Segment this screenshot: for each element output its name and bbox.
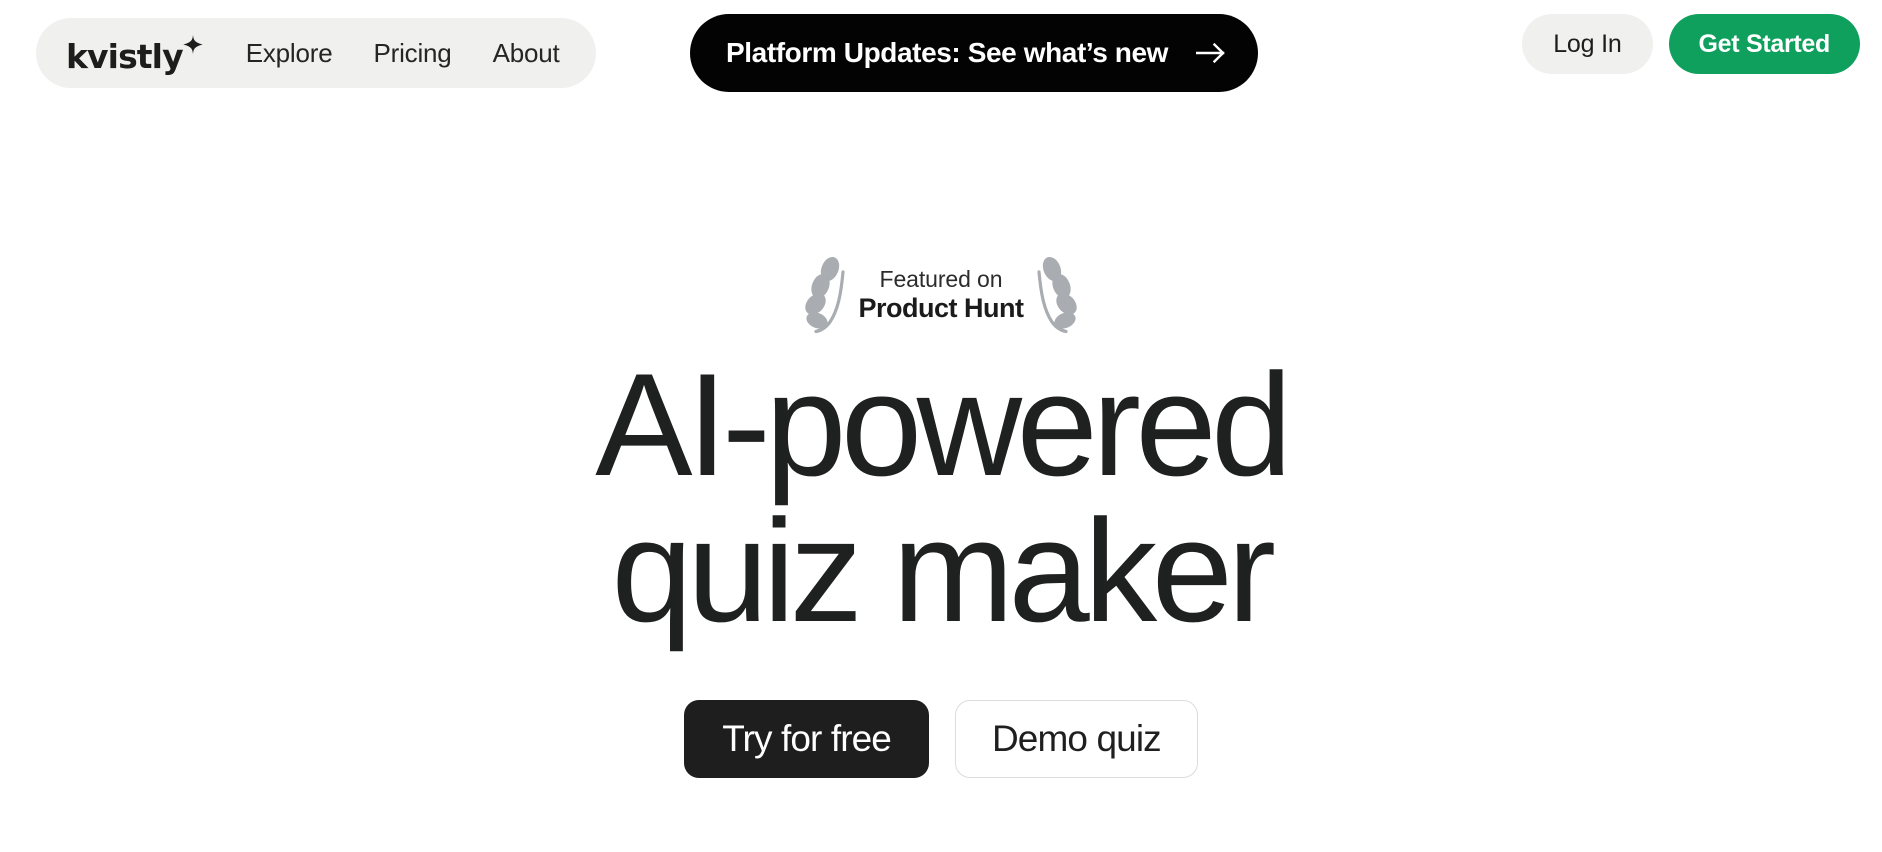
get-started-button[interactable]: Get Started (1668, 14, 1860, 74)
nav-link-about[interactable]: About (493, 38, 560, 68)
site-header: kvistly Explore Pricing About Platform U… (0, 0, 1882, 106)
page-title-line-2: quiz maker (611, 489, 1276, 652)
brand-name: kvistly (66, 36, 184, 76)
nav-links: Explore Pricing About (246, 40, 560, 67)
page-title: AI-powered quiz maker (291, 352, 1591, 644)
try-for-free-button[interactable]: Try for free (684, 700, 929, 778)
page-title-line-1: AI-powered (595, 343, 1292, 506)
announcement-label: Platform Updates: See what’s new (726, 37, 1169, 68)
sparkle-icon (183, 34, 203, 54)
nav-item-about[interactable]: About (493, 40, 560, 67)
badge-text: Featured on Product Hunt (859, 266, 1024, 327)
laurel-icon-right (1037, 256, 1078, 334)
badge-title: Product Hunt (858, 292, 1024, 323)
announcement-banner[interactable]: Platform Updates: See what’s new (690, 14, 1259, 92)
header-actions: Log In Get Started (1522, 14, 1860, 74)
badge-subtitle: Featured on (879, 265, 1003, 292)
arrow-right-icon (1196, 42, 1225, 64)
laurel-icon (804, 256, 845, 334)
nav-link-explore[interactable]: Explore (246, 38, 333, 68)
hero-cta-group: Try for free Demo quiz (0, 700, 1882, 778)
primary-nav-pill: kvistly Explore Pricing About (36, 18, 596, 88)
hero-section: Featured on Product Hunt AI-powered quiz… (0, 106, 1882, 778)
nav-link-pricing[interactable]: Pricing (373, 38, 451, 68)
product-hunt-badge[interactable]: Featured on Product Hunt (797, 256, 1086, 336)
brand-logo[interactable]: kvistly (66, 34, 204, 76)
nav-item-pricing[interactable]: Pricing (373, 40, 451, 67)
demo-quiz-button[interactable]: Demo quiz (954, 700, 1198, 778)
login-button[interactable]: Log In (1522, 14, 1653, 74)
nav-item-explore[interactable]: Explore (246, 40, 333, 67)
